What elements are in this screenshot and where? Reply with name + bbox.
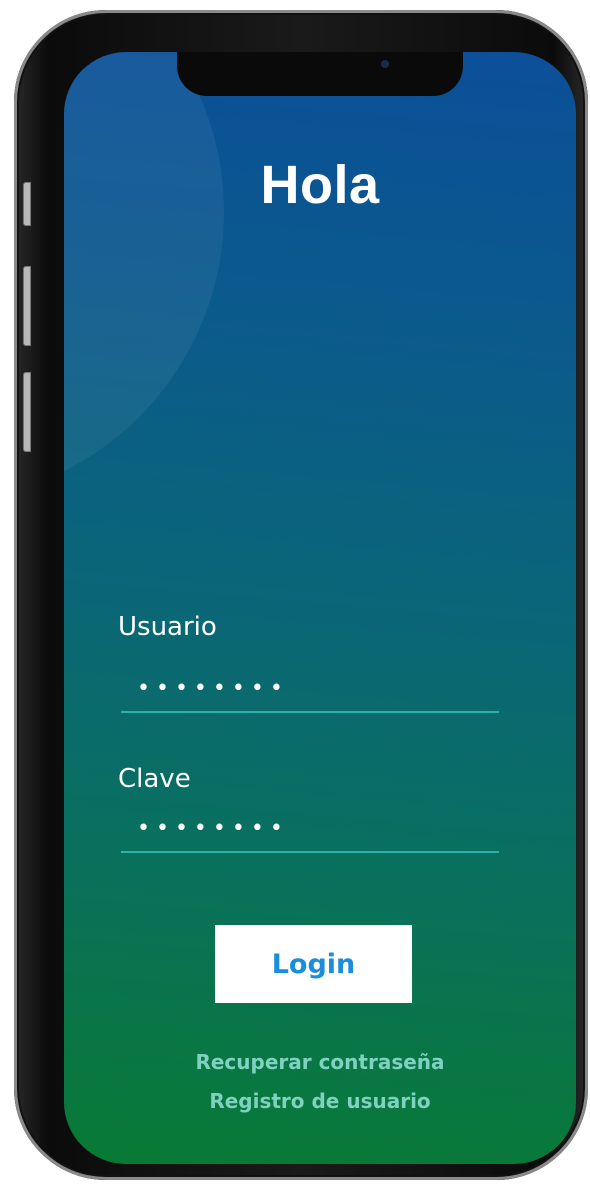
silent-switch	[23, 182, 31, 226]
password-label: Clave	[118, 764, 191, 794]
login-button[interactable]: Login	[215, 925, 412, 1003]
volume-up-button	[23, 266, 31, 346]
phone-frame: Hola Usuario •••••••• Clave •••••••• Log…	[14, 10, 588, 1180]
username-value: ••••••••	[137, 676, 289, 701]
page-title: Hola	[260, 155, 380, 215]
camera-icon	[381, 60, 389, 68]
login-screen: Hola Usuario •••••••• Clave •••••••• Log…	[64, 52, 576, 1164]
username-label: Usuario	[118, 612, 217, 642]
register-user-link[interactable]: Registro de usuario	[64, 1089, 576, 1113]
volume-down-button	[23, 372, 31, 452]
background-swoosh	[64, 52, 224, 502]
password-value: ••••••••	[137, 816, 289, 841]
phone-notch	[177, 52, 463, 96]
recover-password-link[interactable]: Recuperar contraseña	[64, 1050, 576, 1074]
password-field[interactable]: ••••••••	[121, 795, 499, 853]
username-field[interactable]: ••••••••	[121, 655, 499, 713]
